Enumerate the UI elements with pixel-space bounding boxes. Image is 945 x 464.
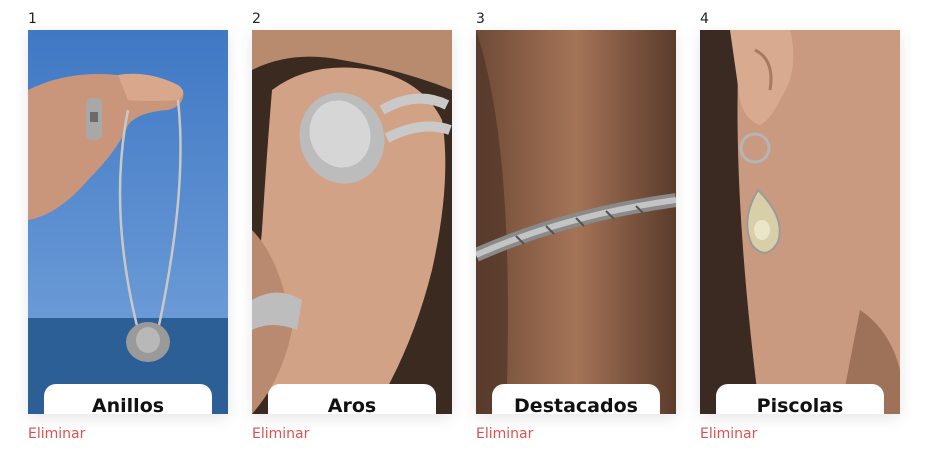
- category-button-anillos[interactable]: Anillos: [44, 384, 212, 414]
- category-button-aros[interactable]: Aros: [268, 384, 436, 414]
- remove-link[interactable]: Eliminar: [476, 426, 533, 442]
- category-card-3: 3 Destacados Eliminar: [476, 0, 676, 464]
- category-card-2: 2 Aros Eliminar: [252, 0, 452, 464]
- remove-link[interactable]: Eliminar: [28, 426, 85, 442]
- remove-link[interactable]: Eliminar: [700, 426, 757, 442]
- earring-photo: [700, 30, 900, 414]
- card-number: 3: [476, 11, 485, 27]
- silver-rings-photo: [252, 30, 452, 414]
- card-number: 2: [252, 11, 261, 27]
- category-button-destacados[interactable]: Destacados: [492, 384, 660, 414]
- category-image-destacados[interactable]: Destacados: [476, 30, 676, 414]
- silver-bangle-photo: [476, 30, 676, 414]
- category-grid: 1 Anillos Eliminar 2 Aros Eliminar 3 Des…: [0, 0, 945, 464]
- remove-link[interactable]: Eliminar: [252, 426, 309, 442]
- category-image-piscolas[interactable]: Piscolas: [700, 30, 900, 414]
- category-image-anillos[interactable]: Anillos: [28, 30, 228, 414]
- ring-necklace-photo: [28, 30, 228, 414]
- category-card-4: 4 Piscolas Eliminar: [700, 0, 900, 464]
- card-number: 1: [28, 11, 37, 27]
- category-image-aros[interactable]: Aros: [252, 30, 452, 414]
- category-card-1: 1 Anillos Eliminar: [28, 0, 228, 464]
- category-button-piscolas[interactable]: Piscolas: [716, 384, 884, 414]
- card-number: 4: [700, 11, 709, 27]
